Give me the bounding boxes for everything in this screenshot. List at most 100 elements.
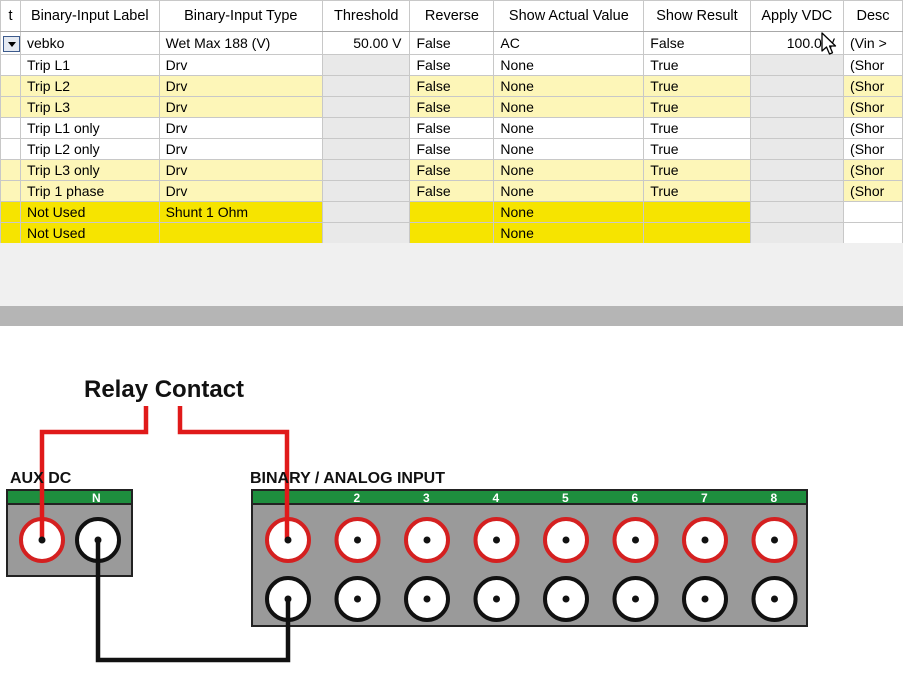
cell-type[interactable]: Drv (158, 75, 324, 97)
cell-threshold[interactable] (322, 75, 411, 97)
cell-reverse[interactable]: False (409, 117, 495, 139)
table-row[interactable]: Trip L3 Drv False None True (Shor (0, 96, 903, 118)
cell-description[interactable]: (Shor (843, 96, 903, 118)
cell-description[interactable]: (Vin > (843, 31, 903, 55)
cell-threshold[interactable] (322, 54, 411, 76)
table-row[interactable]: Trip L2 only Drv False None True (Shor (0, 138, 903, 160)
cell-threshold[interactable] (322, 180, 411, 202)
cell-reverse[interactable]: False (409, 159, 495, 181)
cell-description[interactable] (843, 222, 903, 244)
cell-label[interactable]: Trip L3 (20, 96, 160, 118)
row-selector[interactable] (0, 159, 21, 181)
cell-reverse[interactable]: False (409, 31, 495, 55)
cell-type[interactable]: Drv (158, 180, 324, 202)
col-header-apply-vdc[interactable]: Apply VDC (749, 0, 845, 32)
row-selector[interactable] (0, 201, 21, 223)
cell-actual-value[interactable]: None (493, 159, 645, 181)
table-row[interactable]: Trip L2 Drv False None True (Shor (0, 75, 903, 97)
table-row[interactable]: Not Used Shunt 1 Ohm None (0, 201, 903, 223)
cell-apply-vdc[interactable] (749, 75, 845, 97)
col-header-label[interactable]: Binary-Input Label (20, 0, 160, 32)
row-selector[interactable] (0, 138, 21, 160)
cell-actual-value[interactable]: None (493, 138, 645, 160)
cell-reverse[interactable] (409, 201, 495, 223)
cell-type[interactable]: Wet Max 188 (V) (158, 31, 324, 55)
col-header-reverse[interactable]: Reverse (409, 0, 495, 32)
cell-show-result[interactable]: True (643, 54, 751, 76)
table-row[interactable]: Trip L3 only Drv False None True (Shor (0, 159, 903, 181)
table-row[interactable]: Trip 1 phase Drv False None True (Shor (0, 180, 903, 202)
cell-type[interactable]: Drv (158, 138, 324, 160)
cell-description[interactable]: (Shor (843, 159, 903, 181)
cell-type[interactable]: Drv (158, 117, 324, 139)
cell-actual-value[interactable]: None (493, 54, 645, 76)
cell-threshold[interactable] (322, 159, 411, 181)
cell-description[interactable] (843, 201, 903, 223)
table-row[interactable]: Not Used None (0, 222, 903, 244)
col-header-description[interactable]: Desc (843, 0, 903, 32)
cell-label[interactable]: Not Used (20, 222, 160, 244)
row-selector[interactable] (0, 75, 21, 97)
cell-threshold[interactable] (322, 117, 411, 139)
panel-splitter[interactable] (0, 306, 903, 326)
cell-label[interactable]: Trip L1 only (20, 117, 160, 139)
cell-show-result[interactable]: True (643, 75, 751, 97)
table-row[interactable]: Trip L1 only Drv False None True (Shor (0, 117, 903, 139)
cell-label[interactable]: Trip 1 phase (20, 180, 160, 202)
cell-threshold[interactable] (322, 222, 411, 244)
cell-show-result[interactable] (643, 201, 751, 223)
col-header-threshold[interactable]: Threshold (322, 0, 411, 32)
cell-description[interactable]: (Shor (843, 54, 903, 76)
row-selector[interactable] (0, 96, 21, 118)
cell-apply-vdc[interactable] (749, 180, 845, 202)
cell-label[interactable]: vebko (20, 31, 160, 55)
cell-threshold[interactable] (322, 201, 411, 223)
cell-type[interactable] (158, 222, 324, 244)
row-selector[interactable] (0, 117, 21, 139)
cell-reverse[interactable]: False (409, 180, 495, 202)
cell-threshold[interactable]: 50.00 V (322, 31, 411, 55)
cell-show-result[interactable]: False (643, 31, 751, 55)
cell-actual-value[interactable]: None (493, 180, 645, 202)
cell-type[interactable]: Drv (158, 96, 324, 118)
cell-show-result[interactable]: True (643, 159, 751, 181)
cell-show-result[interactable]: True (643, 96, 751, 118)
cell-description[interactable]: (Shor (843, 117, 903, 139)
cell-show-result[interactable]: True (643, 138, 751, 160)
cell-actual-value[interactable]: None (493, 201, 645, 223)
cell-label[interactable]: Not Used (20, 201, 160, 223)
row-selector[interactable] (0, 180, 21, 202)
dropdown-arrow-icon[interactable] (3, 35, 20, 52)
cell-show-result[interactable] (643, 222, 751, 244)
cell-actual-value[interactable]: None (493, 75, 645, 97)
cell-type[interactable]: Drv (158, 54, 324, 76)
cell-actual-value[interactable]: None (493, 96, 645, 118)
cell-description[interactable]: (Shor (843, 180, 903, 202)
table-row[interactable]: vebko Wet Max 188 (V) 50.00 V False AC False 1… (0, 31, 903, 55)
col-header-type[interactable]: Binary-Input Type (158, 0, 324, 32)
col-header-show-result[interactable]: Show Result (643, 0, 751, 32)
row-selector[interactable] (0, 31, 21, 55)
cell-show-result[interactable]: True (643, 180, 751, 202)
cell-apply-vdc[interactable] (749, 201, 845, 223)
cell-actual-value[interactable]: AC (493, 31, 645, 55)
row-selector[interactable] (0, 54, 21, 76)
cell-reverse[interactable]: False (409, 96, 495, 118)
cell-reverse[interactable]: False (409, 54, 495, 76)
cell-label[interactable]: Trip L1 (20, 54, 160, 76)
cell-actual-value[interactable]: None (493, 222, 645, 244)
col-header-actual-value[interactable]: Show Actual Value (493, 0, 645, 32)
cell-label[interactable]: Trip L3 only (20, 159, 160, 181)
col-header-select[interactable]: t (0, 0, 21, 32)
table-row[interactable]: Trip L1 Drv False None True (Shor (0, 54, 903, 76)
cell-apply-vdc[interactable] (749, 117, 845, 139)
cell-type[interactable]: Shunt 1 Ohm (158, 201, 324, 223)
row-selector[interactable] (0, 222, 21, 244)
cell-apply-vdc[interactable] (749, 159, 845, 181)
cell-apply-vdc[interactable] (749, 96, 845, 118)
cell-apply-vdc[interactable] (749, 222, 845, 244)
cell-reverse[interactable]: False (409, 75, 495, 97)
cell-reverse[interactable] (409, 222, 495, 244)
cell-threshold[interactable] (322, 96, 411, 118)
cell-actual-value[interactable]: None (493, 117, 645, 139)
